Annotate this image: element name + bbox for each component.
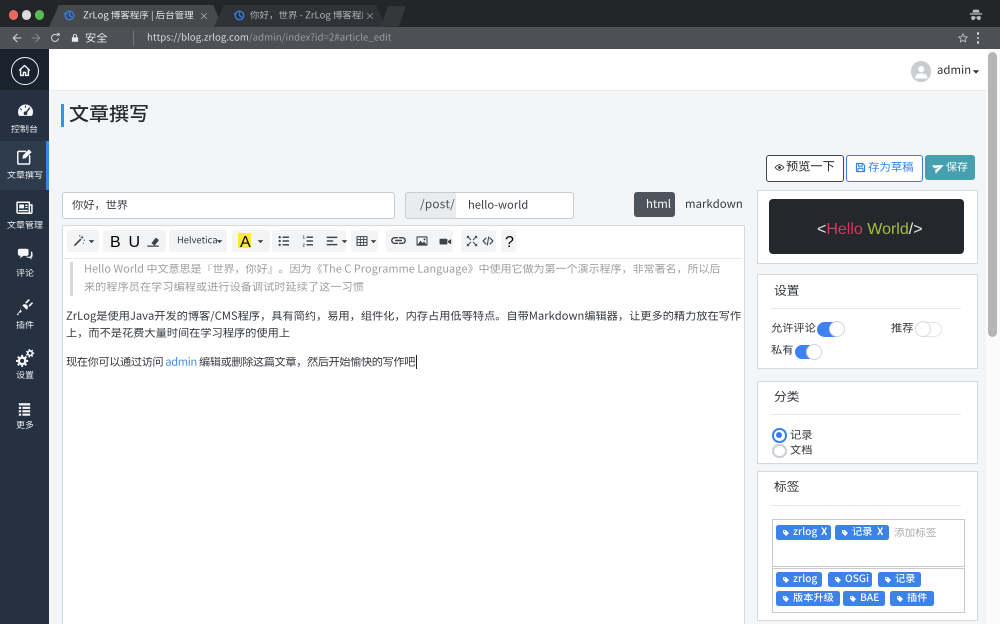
svg-text:2: 2 bbox=[303, 242, 306, 247]
svg-text:1: 1 bbox=[303, 234, 306, 239]
